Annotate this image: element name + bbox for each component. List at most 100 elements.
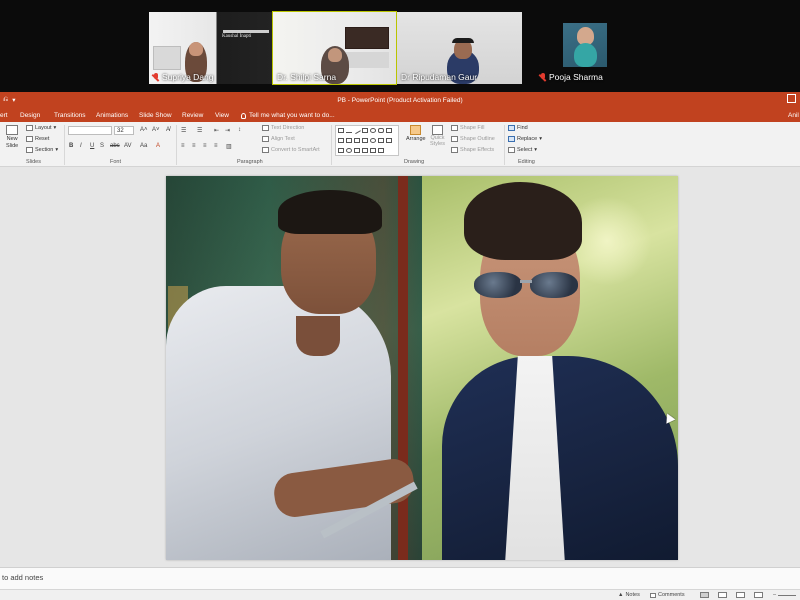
- shape-curve-icon[interactable]: [354, 148, 360, 153]
- tab-view[interactable]: View: [215, 112, 229, 119]
- bullets-icon[interactable]: ☰: [181, 127, 186, 134]
- account-name[interactable]: Anil: [788, 112, 799, 119]
- shape-effects-button[interactable]: Shape Effects: [451, 147, 494, 153]
- shrink-font-icon[interactable]: A˅: [152, 127, 160, 133]
- slide-image-right[interactable]: [422, 176, 678, 560]
- new-slide-icon: [6, 125, 19, 135]
- italic-icon[interactable]: I: [80, 143, 82, 149]
- normal-view-icon: [700, 592, 709, 598]
- font-name-box[interactable]: [68, 126, 112, 135]
- slide-sorter-button[interactable]: [718, 592, 727, 598]
- shape-bracket-icon[interactable]: [362, 148, 368, 153]
- shape-triangle-icon[interactable]: [386, 128, 392, 133]
- find-label: Find: [517, 125, 528, 131]
- justify-icon[interactable]: ≡: [214, 143, 218, 149]
- new-slide-button[interactable]: New Slide: [6, 125, 18, 149]
- shape-fill-button[interactable]: Shape Fill: [451, 125, 484, 131]
- slide-image-left[interactable]: [166, 176, 422, 560]
- shape-circle-icon[interactable]: [370, 138, 376, 143]
- numbering-icon[interactable]: ☰: [197, 127, 202, 134]
- quick-styles-button[interactable]: Quick Styles: [430, 125, 445, 147]
- change-case-icon[interactable]: Aa: [140, 143, 147, 149]
- shape-triangle-2-icon[interactable]: [338, 138, 344, 143]
- increase-indent-icon[interactable]: ⇥: [225, 127, 230, 134]
- zoom-track[interactable]: [778, 594, 797, 596]
- shape-rounded-rect-icon[interactable]: [378, 128, 384, 133]
- line-spacing-icon[interactable]: ↕: [238, 127, 241, 133]
- tab-design[interactable]: Design: [20, 112, 40, 119]
- participant-tile-3[interactable]: Dr Ripudaman Gaur: [397, 12, 522, 84]
- tab-transitions[interactable]: Transitions: [54, 112, 86, 119]
- font-size-value: 32: [117, 128, 124, 134]
- shape-star-icon[interactable]: [378, 148, 384, 153]
- notes-toggle-button[interactable]: ▲ Notes: [618, 592, 640, 598]
- shape-brace-icon[interactable]: [386, 138, 392, 143]
- slide-canvas[interactable]: [166, 176, 678, 560]
- tell-me-search[interactable]: Tell me what you want to do...: [241, 112, 335, 119]
- decrease-indent-icon[interactable]: ⇤: [214, 127, 219, 134]
- select-button[interactable]: Select ▾: [508, 147, 537, 153]
- layout-button[interactable]: Layout ▾: [26, 125, 56, 131]
- shape-connector-2-icon[interactable]: [354, 138, 360, 143]
- shape-right-arrow-icon[interactable]: [362, 138, 368, 143]
- shape-arc-icon[interactable]: [346, 148, 352, 153]
- clear-formatting-icon[interactable]: A̸: [166, 127, 170, 133]
- arrange-button[interactable]: Arrange: [406, 125, 426, 142]
- columns-icon[interactable]: ▥: [226, 143, 232, 150]
- zoom-out-icon[interactable]: –: [773, 592, 776, 598]
- align-left-icon[interactable]: ≡: [181, 143, 185, 149]
- convert-smartart-button[interactable]: Convert to SmartArt: [262, 147, 320, 153]
- align-right-icon[interactable]: ≡: [203, 143, 207, 149]
- select-label: Select: [517, 147, 533, 153]
- char-spacing-icon[interactable]: AV: [124, 143, 132, 149]
- shadow-icon[interactable]: S: [100, 143, 104, 149]
- reset-button[interactable]: Reset: [26, 136, 49, 142]
- shape-textbox-icon[interactable]: [338, 128, 344, 133]
- participant-tile-2[interactable]: Dr. Shilpi Sarna: [272, 11, 397, 85]
- participant-tile-4[interactable]: Pooja Sharma: [522, 12, 647, 84]
- replace-label: Replace: [517, 136, 538, 142]
- video-participant-strip: Kaushal Inapti Supriya Dang Dr. Shilpi S…: [0, 0, 800, 92]
- strikethrough-icon[interactable]: abc: [110, 143, 120, 149]
- shape-oval-icon[interactable]: [370, 128, 376, 133]
- text-direction-button[interactable]: Text Direction: [262, 125, 304, 131]
- zoom-slider[interactable]: –: [773, 592, 797, 598]
- tab-review[interactable]: Review: [182, 112, 203, 119]
- replace-button[interactable]: Replace ▾: [508, 136, 542, 142]
- office-sign-bar: [223, 30, 269, 33]
- shape-bracket-2-icon[interactable]: [370, 148, 376, 153]
- slide-sorter-icon: [718, 592, 727, 598]
- group-label-slides: Slides: [26, 159, 41, 165]
- participant-tile-1[interactable]: Kaushal Inapti Supriya Dang: [149, 12, 272, 84]
- align-center-icon[interactable]: ≡: [192, 143, 196, 149]
- align-text-button[interactable]: Align Text: [262, 136, 295, 142]
- normal-view-button[interactable]: [700, 592, 709, 598]
- reading-view-button[interactable]: [736, 592, 745, 598]
- grow-font-icon[interactable]: A˄: [140, 127, 148, 133]
- section-button[interactable]: Section ▾: [26, 147, 58, 153]
- shape-outline-button[interactable]: Shape Outline: [451, 136, 495, 142]
- select-icon: [508, 147, 515, 153]
- slideshow-button[interactable]: [754, 592, 763, 598]
- comments-toggle-button[interactable]: Comments: [650, 592, 685, 598]
- font-color-icon[interactable]: A: [156, 143, 160, 149]
- notes-pane[interactable]: to add notes: [0, 567, 800, 589]
- tab-animations[interactable]: Animations: [96, 112, 128, 119]
- shape-arrow-icon[interactable]: [353, 126, 361, 135]
- shape-rectangle-icon[interactable]: [362, 128, 368, 133]
- bold-icon[interactable]: B: [69, 143, 73, 149]
- shape-brace-2-icon[interactable]: [338, 148, 344, 153]
- shape-line-icon[interactable]: [346, 128, 352, 133]
- tab-slide-show[interactable]: Slide Show: [139, 112, 172, 119]
- find-button[interactable]: Find: [508, 125, 528, 131]
- shapes-gallery[interactable]: [335, 125, 399, 156]
- shape-callout-icon[interactable]: [378, 138, 384, 143]
- shape-connector-icon[interactable]: [346, 138, 352, 143]
- tab-insert[interactable]: ert: [0, 112, 8, 119]
- participant-name: Supriya Dang: [162, 72, 214, 82]
- font-size-box[interactable]: 32: [114, 126, 134, 135]
- chevron-down-icon: ▾: [539, 136, 542, 142]
- window-restore-button[interactable]: [787, 94, 796, 103]
- underline-icon[interactable]: U: [90, 143, 94, 149]
- new-slide-label: New: [6, 136, 18, 142]
